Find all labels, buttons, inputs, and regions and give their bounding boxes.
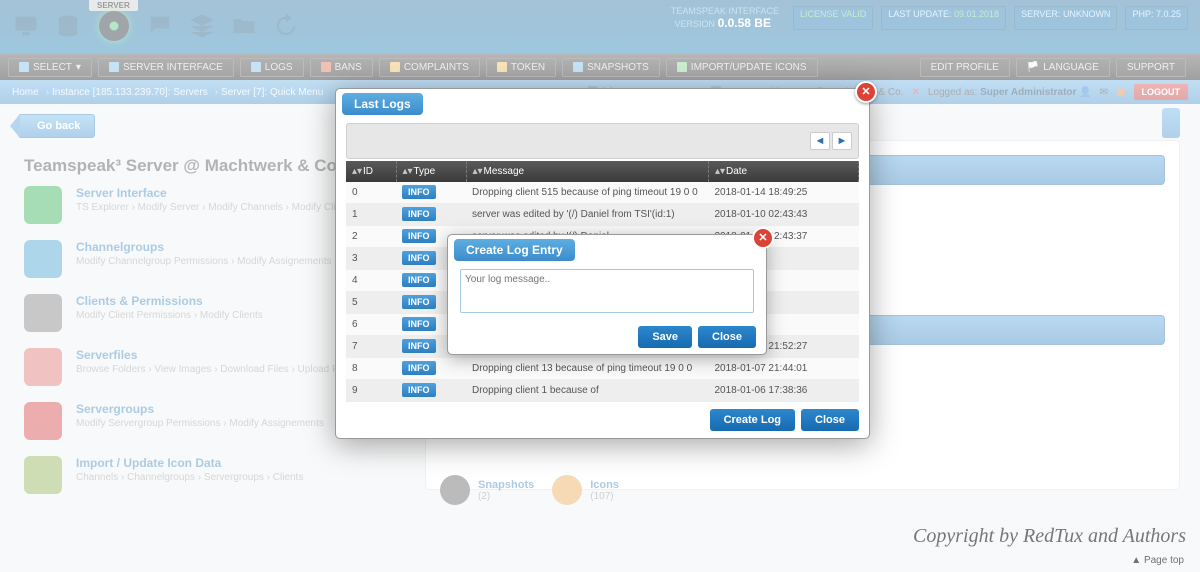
cell-type: INFO <box>396 380 466 402</box>
save-button[interactable]: Save <box>638 326 692 348</box>
table-row: 8INFODropping client 13 because of ping … <box>346 358 859 380</box>
cell-msg: server was edited by '(/) Daniel from TS… <box>466 204 709 226</box>
cell-id: 9 <box>346 380 396 402</box>
dialog-title: Create Log Entry <box>454 239 575 261</box>
col-type[interactable]: ▴▾Type <box>396 161 466 182</box>
dialog-title: Last Logs <box>342 93 423 115</box>
cell-id: 5 <box>346 292 396 314</box>
table-row: 0INFODropping client 515 because of ping… <box>346 182 859 204</box>
cell-id: 6 <box>346 314 396 336</box>
cell-id: 7 <box>346 336 396 358</box>
close-button[interactable]: Close <box>801 409 859 431</box>
create-log-dialog: ✕ Create Log Entry Save Close <box>447 234 767 355</box>
cell-id: 8 <box>346 358 396 380</box>
cell-type: INFO <box>396 204 466 226</box>
cell-type: INFO <box>396 182 466 204</box>
table-row: 1INFOserver was edited by '(/) Daniel fr… <box>346 204 859 226</box>
pager-toolbar: ◄ ► <box>346 123 859 159</box>
page-top-link[interactable]: ▲ Page top <box>1131 555 1184 566</box>
cell-id: 0 <box>346 182 396 204</box>
copyright: Copyright by RedTux and Authors <box>913 525 1186 548</box>
create-log-button[interactable]: Create Log <box>710 409 795 431</box>
cell-type: INFO <box>396 358 466 380</box>
close-icon[interactable]: ✕ <box>855 81 877 103</box>
cell-date: 2018-01-14 18:49:25 <box>709 182 859 204</box>
cell-date: 2018-01-06 17:38:36 <box>709 380 859 402</box>
cell-msg: Dropping client 1 because of <box>466 380 709 402</box>
col-date[interactable]: ▴▾Date <box>709 161 859 182</box>
log-message-input[interactable] <box>460 269 754 313</box>
table-row: 9INFODropping client 1 because of2018-01… <box>346 380 859 402</box>
cell-id: 2 <box>346 226 396 248</box>
cell-date: 2018-01-10 02:43:43 <box>709 204 859 226</box>
cell-id: 4 <box>346 270 396 292</box>
cell-msg: Dropping client 515 because of ping time… <box>466 182 709 204</box>
page-next-button[interactable]: ► <box>832 132 852 150</box>
col-message[interactable]: ▴▾Message <box>466 161 709 182</box>
close-button[interactable]: Close <box>698 326 756 348</box>
col-id[interactable]: ▴▾ID <box>346 161 396 182</box>
cell-msg: Dropping client 13 because of ping timeo… <box>466 358 709 380</box>
cell-id: 1 <box>346 204 396 226</box>
close-icon[interactable]: ✕ <box>752 227 774 249</box>
page-prev-button[interactable]: ◄ <box>810 132 830 150</box>
cell-date: 2018-01-07 21:44:01 <box>709 358 859 380</box>
cell-id: 3 <box>346 248 396 270</box>
